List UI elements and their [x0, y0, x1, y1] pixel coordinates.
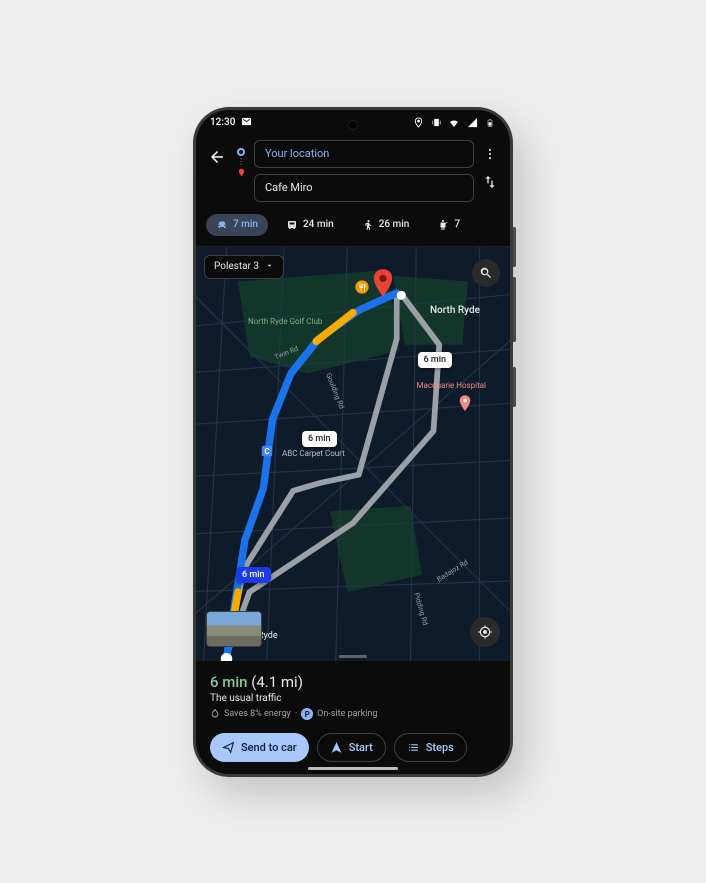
- destination-marker[interactable]: [372, 269, 394, 301]
- route-points-indicator: ⋮: [234, 148, 248, 179]
- poi-marker-hospital[interactable]: [458, 395, 472, 409]
- streetview-thumbnail[interactable]: [206, 611, 262, 647]
- battery-icon: [484, 117, 496, 129]
- tab-rideshare[interactable]: 7: [427, 214, 470, 236]
- navigate-icon: [330, 741, 343, 754]
- tab-transit-label: 24 min: [303, 219, 334, 230]
- phone-screen: 12:30: [196, 110, 510, 774]
- poi-hospital-label: Macquarie Hospital: [417, 381, 486, 390]
- steps-label: Steps: [426, 741, 454, 754]
- start-label: Start: [349, 741, 373, 754]
- chevron-down-icon: [265, 261, 274, 273]
- rideshare-icon: [437, 219, 449, 231]
- poi-marker-food[interactable]: [354, 279, 368, 293]
- walk-icon: [362, 219, 374, 231]
- send-icon: [222, 741, 235, 754]
- camera-hole: [348, 120, 358, 130]
- origin-field[interactable]: Your location: [254, 140, 474, 168]
- poi-northryde-label: North Ryde: [430, 305, 480, 316]
- tab-transit[interactable]: 24 min: [276, 214, 344, 236]
- swap-button[interactable]: [480, 172, 500, 192]
- search-map-button[interactable]: [472, 259, 500, 287]
- tab-driving[interactable]: 7 min: [206, 214, 268, 236]
- travel-mode-tabs: 7 min 24 min 26 min 7: [196, 210, 510, 247]
- leaf-icon: [210, 708, 220, 721]
- tab-walking-label: 26 min: [379, 219, 410, 230]
- send-to-car-label: Send to car: [241, 741, 297, 754]
- phone-side-button: [513, 277, 516, 342]
- tab-rideshare-label: 7: [454, 219, 460, 230]
- traffic-status: The usual traffic: [210, 693, 496, 704]
- map-canvas[interactable]: Polestar 3 6 min 6 min 6 min North Ryde …: [196, 247, 510, 661]
- destination-value: Cafe Miro: [265, 181, 313, 194]
- list-icon: [407, 741, 420, 754]
- phone-frame: 12:30: [193, 107, 513, 777]
- vibrate-icon: [430, 117, 442, 129]
- sheet-drag-handle[interactable]: [339, 655, 367, 658]
- car-icon: [216, 219, 228, 231]
- location-icon: [412, 117, 424, 129]
- poi-carpet-label: ABC Carpet Court: [282, 449, 345, 458]
- start-button[interactable]: Start: [317, 733, 386, 762]
- parking-badge-icon: P: [301, 708, 313, 720]
- poi-golf-label: North Ryde Golf Club: [248, 317, 322, 326]
- route-duration: 6 min: [210, 673, 248, 691]
- recenter-button[interactable]: [470, 617, 500, 647]
- vehicle-name: Polestar 3: [214, 261, 259, 272]
- steps-button[interactable]: Steps: [394, 733, 467, 762]
- route-label-primary[interactable]: 6 min: [236, 567, 271, 583]
- email-icon: [241, 116, 252, 130]
- duration-row: 6 min (4.1 mi): [210, 673, 496, 691]
- back-button[interactable]: [206, 146, 228, 168]
- send-to-car-button[interactable]: Send to car: [210, 733, 309, 762]
- tab-walking[interactable]: 26 min: [352, 214, 420, 236]
- vehicle-selector[interactable]: Polestar 3: [204, 255, 284, 279]
- svg-text:C: C: [264, 445, 270, 455]
- signal-icon: [466, 117, 478, 129]
- wifi-icon: [448, 117, 460, 129]
- route-label-alt1[interactable]: 6 min: [302, 431, 337, 447]
- tab-driving-label: 7 min: [233, 219, 258, 230]
- route-label-alt2[interactable]: 6 min: [418, 352, 453, 368]
- route-summary-sheet[interactable]: 6 min (4.1 mi) The usual traffic Saves 8…: [196, 661, 510, 774]
- route-distance: (4.1 mi): [251, 673, 303, 691]
- destination-pin-icon: [237, 168, 246, 179]
- origin-dot-icon: [237, 148, 245, 156]
- status-time: 12:30: [210, 117, 235, 128]
- action-row: Send to car Start Steps: [210, 733, 496, 762]
- phone-side-button: [513, 227, 516, 267]
- home-indicator: [308, 767, 398, 770]
- poi-marker-carpet[interactable]: C: [260, 443, 274, 457]
- destination-field[interactable]: Cafe Miro: [254, 174, 474, 202]
- route-tags: Saves 8% energy · P On-site parking: [210, 708, 496, 721]
- transit-icon: [286, 219, 298, 231]
- phone-side-button: [513, 367, 516, 407]
- origin-placeholder: Your location: [265, 147, 329, 160]
- parking-label: On-site parking: [317, 709, 377, 719]
- energy-savings-label: Saves 8% energy: [224, 709, 291, 719]
- more-options-button[interactable]: [480, 144, 500, 164]
- directions-header: ⋮ Your location Cafe Miro: [196, 136, 510, 210]
